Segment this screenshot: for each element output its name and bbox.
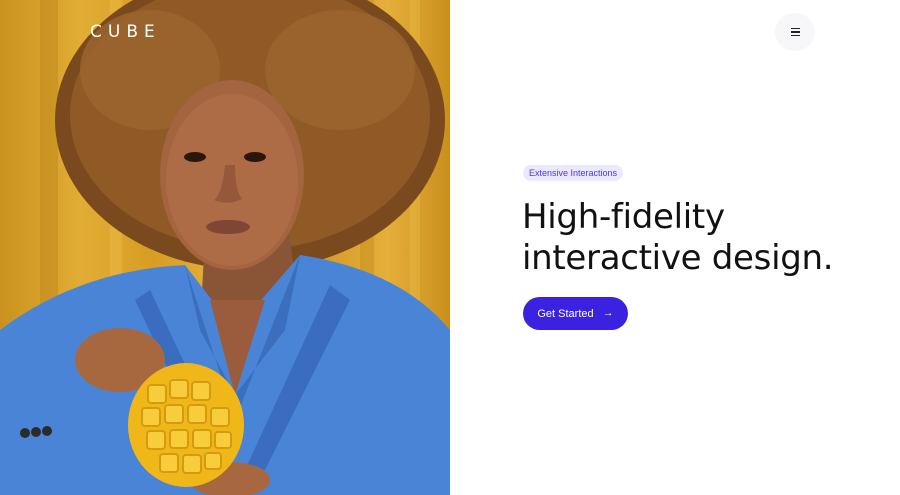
get-started-label: Get Started	[537, 307, 594, 320]
hero-photo: CUBE	[0, 0, 450, 495]
headline-line-2: interactive design.	[522, 238, 834, 278]
arrow-right-icon: →	[602, 307, 614, 319]
feature-badge: Extensive Interactions	[523, 165, 624, 181]
get-started-button[interactable]: Get Started →	[523, 297, 628, 330]
headline-line-1: High-fidelity	[522, 197, 725, 237]
portrait-illustration	[0, 0, 450, 495]
menu-button[interactable]	[775, 13, 815, 51]
hamburger-menu-icon	[790, 27, 800, 37]
brand-logo[interactable]: CUBE	[90, 22, 161, 42]
hero-headline: High-fidelity interactive design.	[522, 197, 892, 279]
page: CUBE Extensive Interactions High-fidelit…	[0, 0, 900, 495]
hero-content: Extensive Interactions High-fidelity int…	[450, 0, 900, 495]
